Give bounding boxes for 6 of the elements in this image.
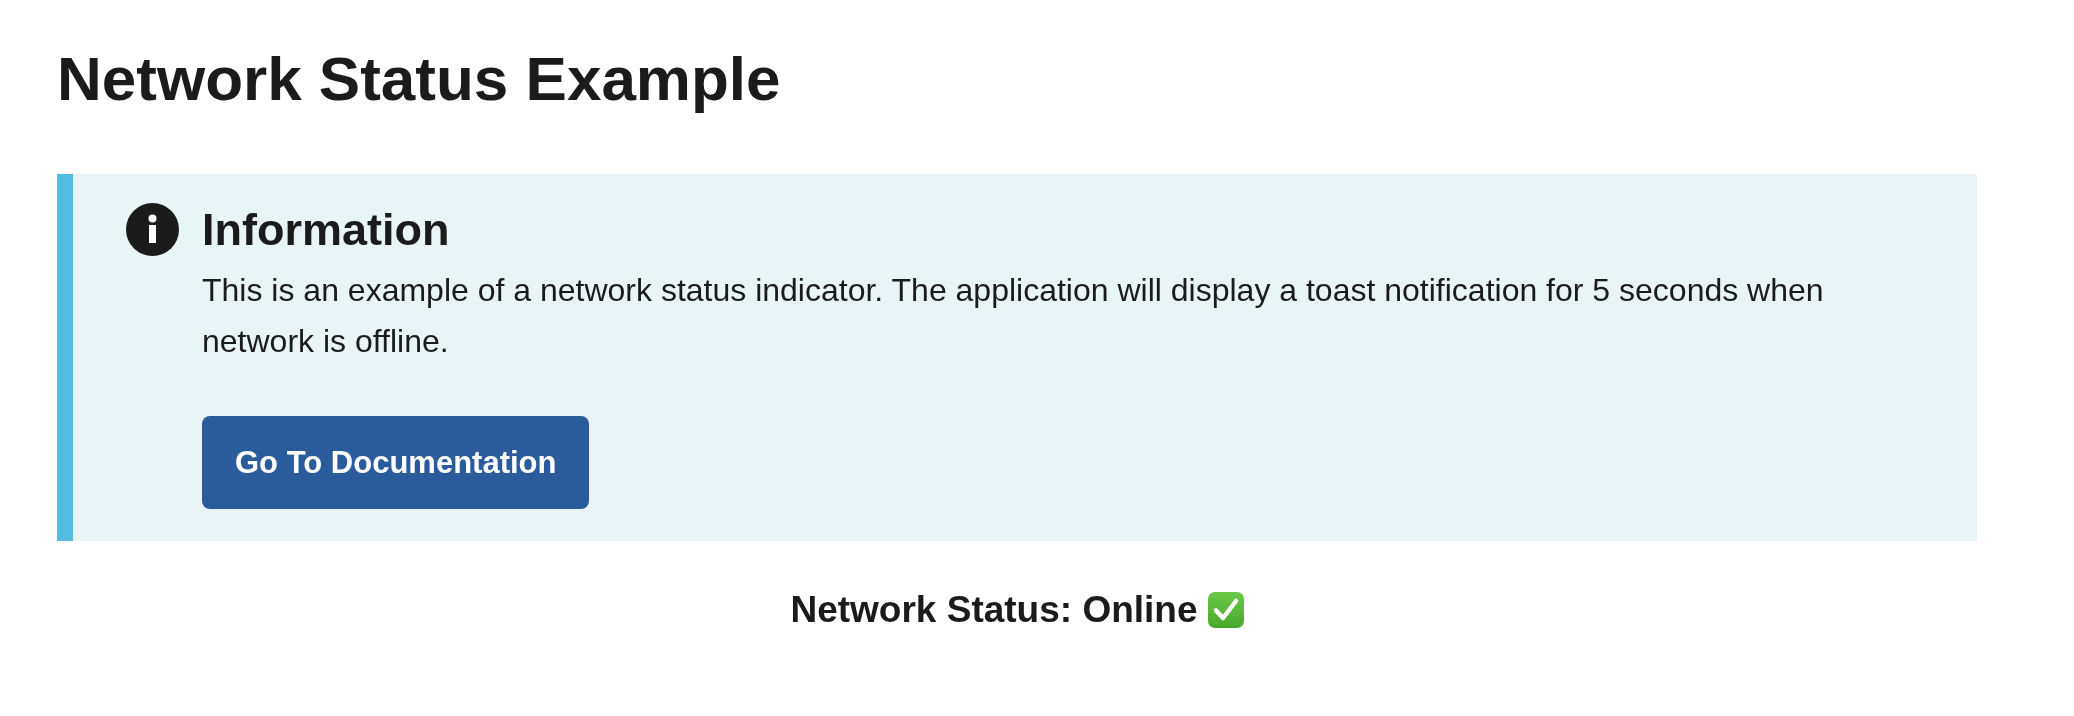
alert-message: This is an example of a network status indicator. The application will display a toast notification for 5 seconds when network is offline. <box>202 271 1825 361</box>
documentation-button[interactable]: Go To Documentation <box>202 416 590 509</box>
alert-heading: Information <box>202 203 450 256</box>
network-status-text: Network Status: Online <box>790 588 1198 632</box>
info-icon <box>126 203 179 256</box>
page-title: Network Status Example <box>57 43 781 115</box>
